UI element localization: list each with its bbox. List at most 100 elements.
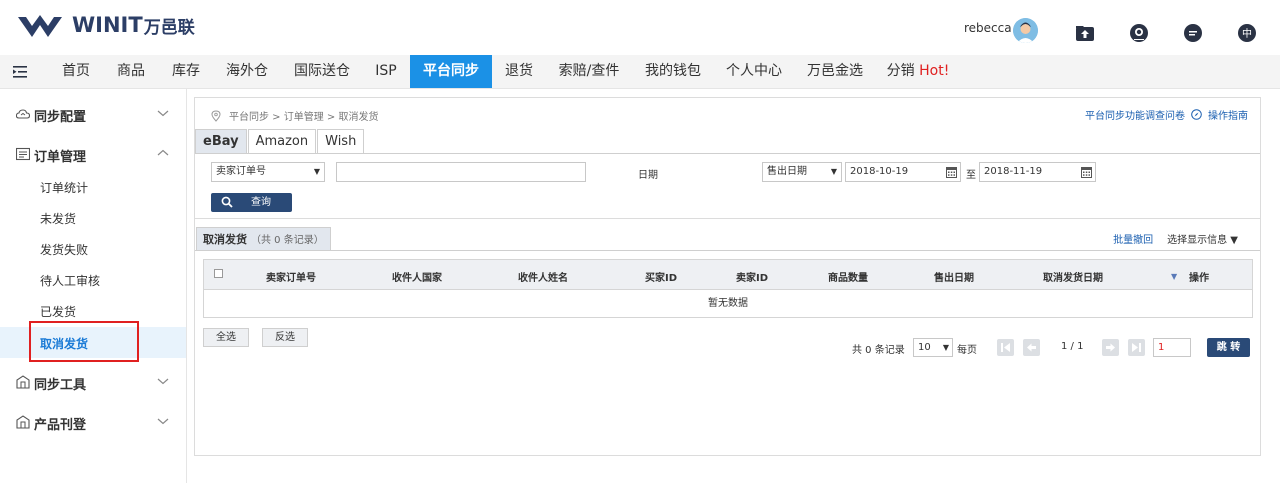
date-separator: 至 [966,170,976,181]
message-icon[interactable] [1183,23,1203,43]
sidebar: 同步配置 订单管理 订单统计 未发货 发货失败 待人工审核 已发货 取消发货 同… [0,89,187,483]
sidebar-item-ship-failed[interactable]: 发货失败 [0,233,186,264]
chevron-up-icon [157,149,169,156]
help-links: 平台同步功能调查问卷 操作指南 [1085,107,1248,122]
chevron-down-icon [157,378,169,385]
prev-arrow-icon [1027,343,1036,352]
upload-folder-icon[interactable] [1075,23,1095,43]
language-zh-icon[interactable]: 中 [1237,23,1257,43]
col-actions: 操作 [1189,273,1209,284]
sidebar-item-label: 发货失败 [40,243,89,257]
platform-tabs: eBay Amazon Wish [195,129,365,154]
page-number-input[interactable]: 1 [1153,338,1191,357]
sidebar-group-label: 产品刊登 [34,418,87,433]
hot-badge: Hot! [919,63,950,79]
avatar-person-icon [1013,18,1038,43]
nav-isp[interactable]: ISP [366,55,406,88]
filter-row: 卖家订单号 ▼ 日期 售出日期 ▼ 2018-10-19 至 2018-11-1… [211,162,1251,184]
highlight-box [29,321,139,362]
col-buyer-id: 买家ID [645,273,678,284]
nav-returns[interactable]: 退货 [498,55,540,88]
last-page-button[interactable] [1128,339,1145,356]
order-number-input[interactable] [336,162,586,182]
sidebar-group-order-management[interactable]: 订单管理 [0,134,186,174]
list-title-tab: 取消发货 （共 0 条记录） [196,227,331,250]
col-recipient-country: 收件人国家 [392,273,442,284]
sidebar-group-sync-tools[interactable]: 同步工具 [0,362,186,402]
date-from-input[interactable]: 2018-10-19 [845,162,961,182]
first-page-button[interactable] [997,339,1014,356]
tab-ebay[interactable]: eBay [195,129,247,154]
tab-amazon[interactable]: Amazon [247,129,317,154]
page-size-value: 10 [918,342,931,353]
prev-page-button[interactable] [1023,339,1040,356]
first-page-icon [1001,343,1010,352]
sidebar-item-label: 待人工审核 [40,274,101,288]
search-icon [221,196,233,208]
date-to-value: 2018-11-19 [984,166,1043,177]
calendar-icon[interactable] [1081,166,1092,178]
date-from-value: 2018-10-19 [850,166,909,177]
col-cancel-date: 取消发货日期 [1043,273,1103,284]
sidebar-item-order-stats[interactable]: 订单统计 [0,171,186,202]
date-type-select[interactable]: 售出日期 ▼ [762,162,842,182]
sidebar-item-label: 未发货 [40,212,77,226]
next-page-button[interactable] [1102,339,1119,356]
nav-distribution-label: 分销 [886,63,915,79]
nav-personal-center[interactable]: 个人中心 [719,55,789,88]
username[interactable]: rebecca [964,21,1012,35]
logo[interactable]: WINIT 万邑联 [18,10,195,40]
nav-claims[interactable]: 索赔/查件 [552,55,626,88]
sidebar-item-manual-review[interactable]: 待人工审核 [0,264,186,295]
calendar-icon[interactable] [946,166,957,178]
publish-icon [16,415,30,429]
avatar[interactable] [1013,18,1038,43]
top-nav: 首页 商品 库存 海外仓 国际送仓 ISP 平台同步 退货 索赔/查件 我的钱包… [0,55,1280,89]
nav-inventory[interactable]: 库存 [163,55,209,88]
sort-desc-icon[interactable]: ▼ [1171,272,1177,281]
sidebar-group-sync-config[interactable]: 同步配置 [0,94,186,134]
divider [195,250,1260,251]
search-button[interactable]: 查询 [211,193,292,212]
divider [195,153,1260,154]
date-to-input[interactable]: 2018-11-19 [979,162,1096,182]
guide-link[interactable]: 操作指南 [1208,107,1248,122]
total-records: 共 0 条记录 [852,345,905,356]
nav-winit-select[interactable]: 万邑金选 [800,55,870,88]
menu-toggle-icon[interactable] [13,65,27,79]
bulk-revoke-link[interactable]: 批量撤回 [1113,231,1153,246]
sidebar-group-label: 同步工具 [34,378,87,393]
order-type-select[interactable]: 卖家订单号 ▼ [211,162,325,182]
nav-home[interactable]: 首页 [53,55,99,88]
sidebar-item-label: 已发货 [40,305,77,319]
col-recipient-name: 收件人姓名 [518,273,568,284]
choose-columns-dropdown[interactable]: 选择显示信息 ▼ [1167,231,1238,246]
date-type-value: 售出日期 [767,166,807,177]
logo-mark-icon [18,15,62,37]
logo-text: WINIT [72,13,143,37]
breadcrumb: 平台同步 > 订单管理 > 取消发货 [211,108,378,123]
nav-products[interactable]: 商品 [108,55,154,88]
nav-overseas-warehouse[interactable]: 海外仓 [218,55,276,88]
tab-wish[interactable]: Wish [317,129,365,154]
nav-distribution[interactable]: 分销 Hot! [882,55,954,88]
col-seller-order-no: 卖家订单号 [266,273,316,284]
sidebar-item-unshipped[interactable]: 未发货 [0,202,186,233]
nav-wallet[interactable]: 我的钱包 [638,55,708,88]
page-size-select[interactable]: 10 ▼ [913,338,953,357]
compass-icon[interactable] [1191,109,1202,120]
go-button[interactable]: 跳 转 [1207,338,1250,357]
svg-text:中: 中 [1242,27,1252,40]
select-all-checkbox[interactable] [214,269,223,278]
pagination: 共 0 条记录 10 ▼ 每页 1 / 1 1 跳 转 [195,338,1260,358]
col-seller-id: 卖家ID [736,273,769,284]
list-title: 取消发货 [203,233,247,246]
survey-link[interactable]: 平台同步功能调查问卷 [1085,107,1185,122]
main-panel: 平台同步 > 订单管理 > 取消发货 平台同步功能调查问卷 操作指南 eBay … [194,97,1261,456]
next-arrow-icon [1106,343,1115,352]
nav-platform-sync[interactable]: 平台同步 [410,55,492,88]
nav-intl-delivery[interactable]: 国际送仓 [286,55,358,88]
sidebar-group-product-publish[interactable]: 产品刊登 [0,402,186,442]
order-type-value: 卖家订单号 [216,166,266,177]
support-headset-icon[interactable] [1129,23,1149,43]
